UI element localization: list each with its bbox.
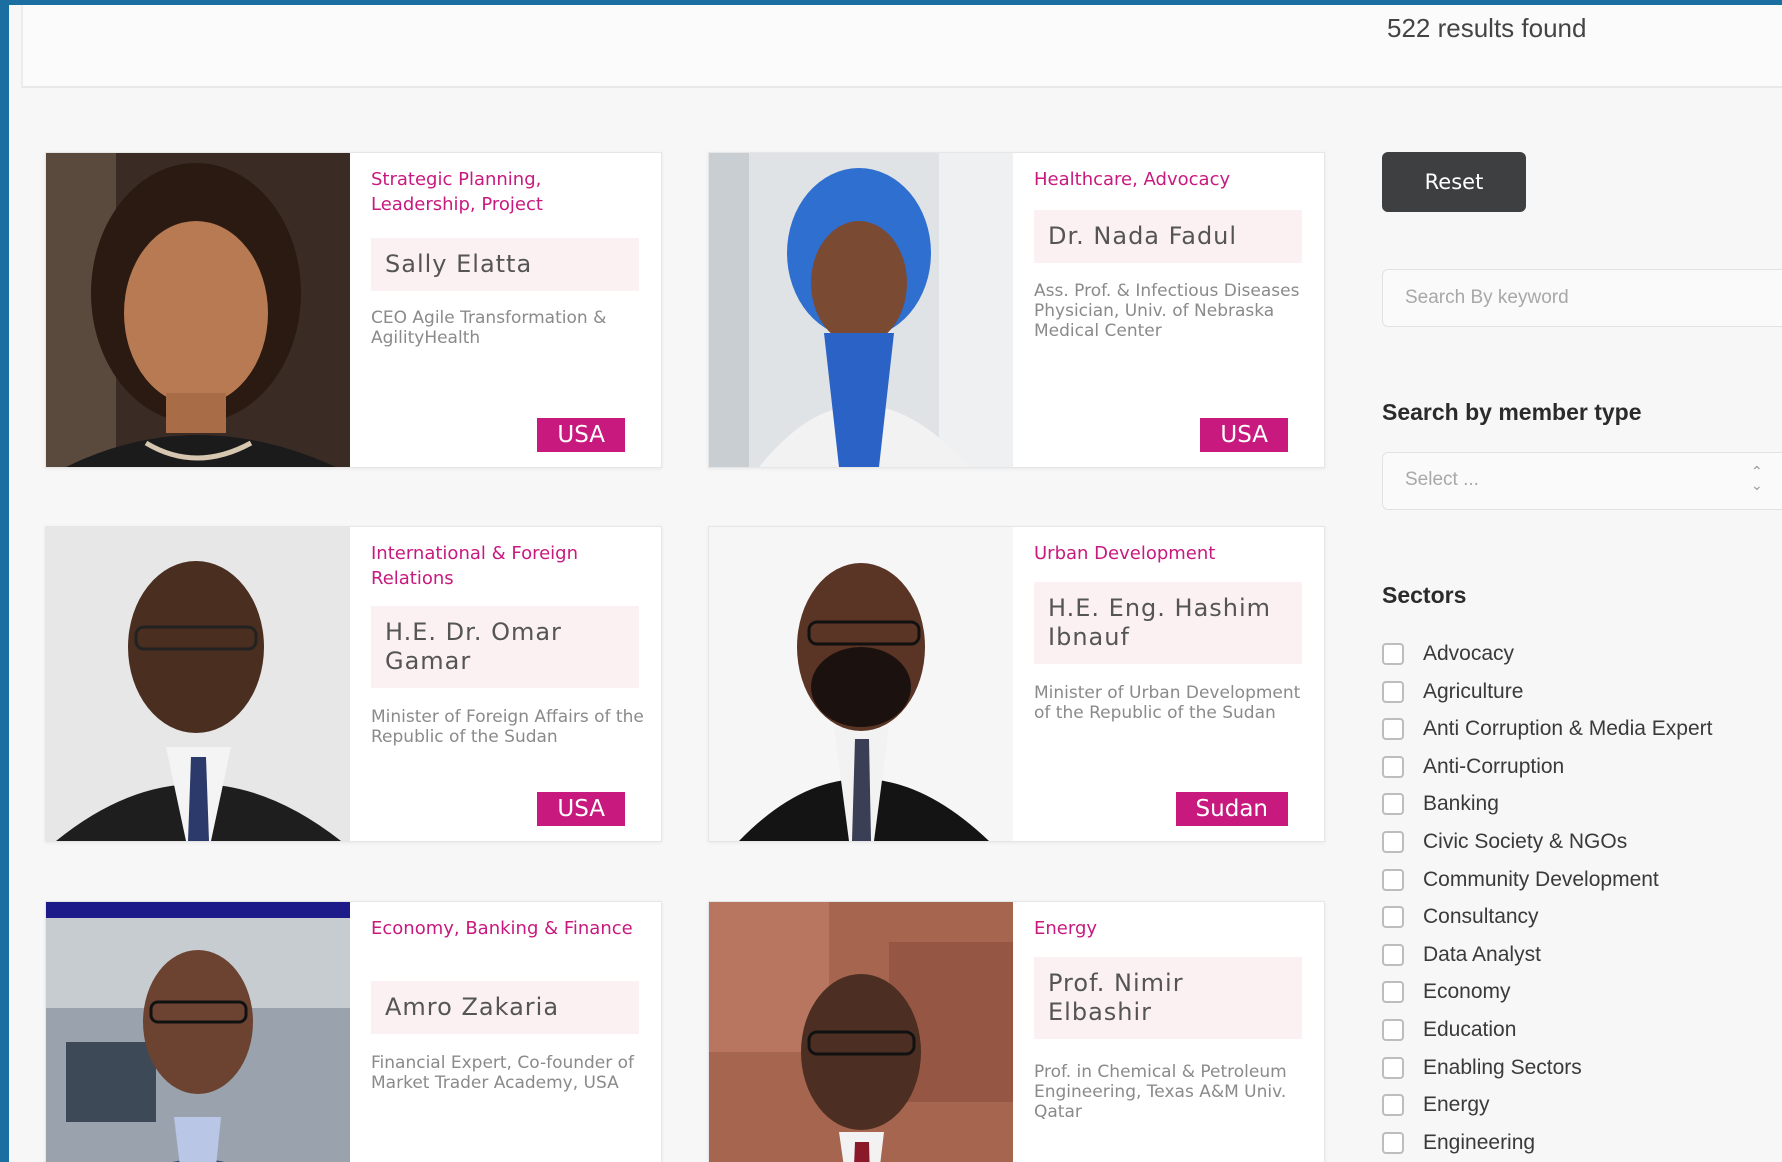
sector-checkbox[interactable] [1382, 1019, 1404, 1041]
member-type-value: Select ... [1405, 469, 1479, 490]
sectors-heading: Sectors [1382, 582, 1467, 608]
sector-option[interactable]: Civic Society & NGOs [1382, 827, 1627, 857]
sector-checkbox[interactable] [1382, 943, 1404, 966]
member-info: International & Foreign Relations H.E. D… [350, 527, 661, 841]
sector-label: Civic Society & NGOs [1423, 830, 1628, 853]
member-info: Strategic Planning, Leadership, Project … [350, 153, 661, 467]
member-card[interactable]: Healthcare, Advocacy Dr. Nada Fadul Ass.… [708, 152, 1325, 468]
sector-option[interactable]: Data Analyst [1382, 940, 1541, 970]
sector-checkbox[interactable] [1382, 718, 1404, 741]
country-badge: USA [537, 418, 625, 452]
member-type-heading: Search by member type [1382, 399, 1642, 425]
sector-label: Economy [1423, 980, 1511, 1004]
member-sectors: Healthcare, Advocacy [1034, 169, 1231, 190]
member-name[interactable]: H.E. Eng. Hashim Ibnauf [1034, 582, 1302, 664]
member-photo[interactable] [709, 153, 1013, 467]
sector-checkbox[interactable] [1382, 868, 1404, 891]
sector-checkbox[interactable] [1382, 643, 1404, 665]
sector-checkbox[interactable] [1382, 755, 1404, 778]
sector-label: Education [1423, 1018, 1517, 1041]
results-bar: 522 results found [21, 5, 1782, 88]
country-badge: Sudan [1175, 792, 1288, 826]
sector-checkbox[interactable] [1382, 831, 1404, 853]
sector-option[interactable]: Education [1382, 1015, 1516, 1045]
sector-checkbox[interactable] [1382, 1094, 1404, 1117]
sector-label: Anti-Corruption [1423, 754, 1565, 778]
member-card[interactable]: Economy, Banking & Finance Amro Zakaria … [45, 901, 662, 1162]
sector-checkbox[interactable] [1382, 981, 1404, 1004]
sector-option[interactable]: Energy [1382, 1090, 1490, 1120]
sector-label: Community Development [1423, 867, 1659, 891]
sector-label: Banking [1423, 792, 1499, 816]
member-role: Minister of Foreign Affairs of the Repub… [371, 707, 644, 747]
sector-option[interactable]: Community Development [1382, 865, 1659, 895]
member-sectors: Economy, Banking & Finance [371, 918, 633, 939]
member-sectors: International & Foreign Relations [371, 543, 578, 589]
member-name[interactable]: H.E. Dr. Omar Gamar [371, 606, 639, 688]
sector-option[interactable]: Agriculture [1382, 677, 1523, 707]
sector-label: Anti Corruption & Media Expert [1423, 717, 1713, 741]
member-photo[interactable] [46, 153, 350, 467]
member-name[interactable]: Amro Zakaria [371, 981, 639, 1034]
sector-label: Engineering [1423, 1130, 1536, 1154]
member-sectors: Urban Development [1034, 543, 1216, 564]
chevron-updown-icon: ⌃ ⌄ [1751, 464, 1763, 494]
sector-option[interactable]: Economy [1382, 977, 1511, 1007]
sector-option[interactable]: Banking [1382, 789, 1499, 819]
member-name[interactable]: Sally Elatta [371, 238, 639, 291]
sector-checkbox[interactable] [1382, 1131, 1404, 1154]
sector-option[interactable]: Enabling Sectors [1382, 1053, 1582, 1083]
member-card[interactable]: Urban Development H.E. Eng. Hashim Ibnau… [708, 526, 1325, 842]
member-name[interactable]: Dr. Nada Fadul [1034, 210, 1302, 263]
sector-checkbox[interactable] [1382, 793, 1404, 816]
member-sectors: Strategic Planning, Leadership, Project [371, 169, 543, 215]
sector-option[interactable]: Anti-Corruption [1382, 752, 1564, 782]
member-role: CEO Agile Transformation & AgilityHealth [371, 308, 607, 348]
member-info: Economy, Banking & Finance Amro Zakaria … [350, 902, 661, 1162]
sector-checkbox[interactable] [1382, 906, 1404, 929]
sector-option[interactable]: Consultancy [1382, 902, 1539, 932]
member-sectors: Energy [1034, 918, 1098, 939]
member-card[interactable]: Energy Prof. Nimir Elbashir Prof. in Che… [708, 901, 1325, 1162]
sector-label: Agriculture [1423, 679, 1524, 703]
member-photo[interactable] [46, 902, 350, 1162]
member-card[interactable]: International & Foreign Relations H.E. D… [45, 526, 662, 842]
member-role: Prof. in Chemical & Petroleum Engineerin… [1034, 1062, 1287, 1122]
member-photo[interactable] [709, 527, 1013, 841]
reset-button[interactable]: Reset [1382, 152, 1526, 212]
sector-option[interactable]: Advocacy [1382, 639, 1514, 669]
results-count: 522 results found [1387, 13, 1587, 43]
sector-option[interactable]: Anti Corruption & Media Expert [1382, 714, 1712, 744]
member-info: Urban Development H.E. Eng. Hashim Ibnau… [1013, 527, 1324, 841]
member-photo[interactable] [46, 527, 350, 841]
sector-label: Consultancy [1423, 905, 1539, 929]
sector-label: Enabling Sectors [1423, 1055, 1582, 1079]
member-name[interactable]: Prof. Nimir Elbashir [1034, 957, 1302, 1039]
keyword-search-input[interactable] [1382, 269, 1782, 327]
sector-label: Advocacy [1423, 642, 1515, 665]
sector-checkbox[interactable] [1382, 680, 1404, 703]
sector-option[interactable]: Engineering [1382, 1128, 1535, 1158]
member-card[interactable]: Strategic Planning, Leadership, Project … [45, 152, 662, 468]
member-info: Energy Prof. Nimir Elbashir Prof. in Che… [1013, 902, 1324, 1162]
country-badge: USA [1200, 418, 1288, 452]
member-info: Healthcare, Advocacy Dr. Nada Fadul Ass.… [1013, 153, 1324, 467]
member-role: Financial Expert, Co-founder of Market T… [371, 1053, 635, 1093]
member-photo[interactable] [709, 902, 1013, 1162]
sector-label: Data Analyst [1423, 942, 1541, 966]
member-type-select[interactable]: Select ... ⌃ ⌄ [1382, 452, 1782, 510]
member-role: Ass. Prof. & Infectious Diseases Physici… [1034, 281, 1300, 341]
country-badge: USA [537, 792, 625, 826]
page-frame: 522 results found Strategic Planning, Le… [9, 5, 1782, 1162]
sector-label: Energy [1423, 1093, 1490, 1117]
sector-checkbox[interactable] [1382, 1056, 1404, 1079]
member-role: Minister of Urban Development of the Rep… [1034, 683, 1301, 723]
